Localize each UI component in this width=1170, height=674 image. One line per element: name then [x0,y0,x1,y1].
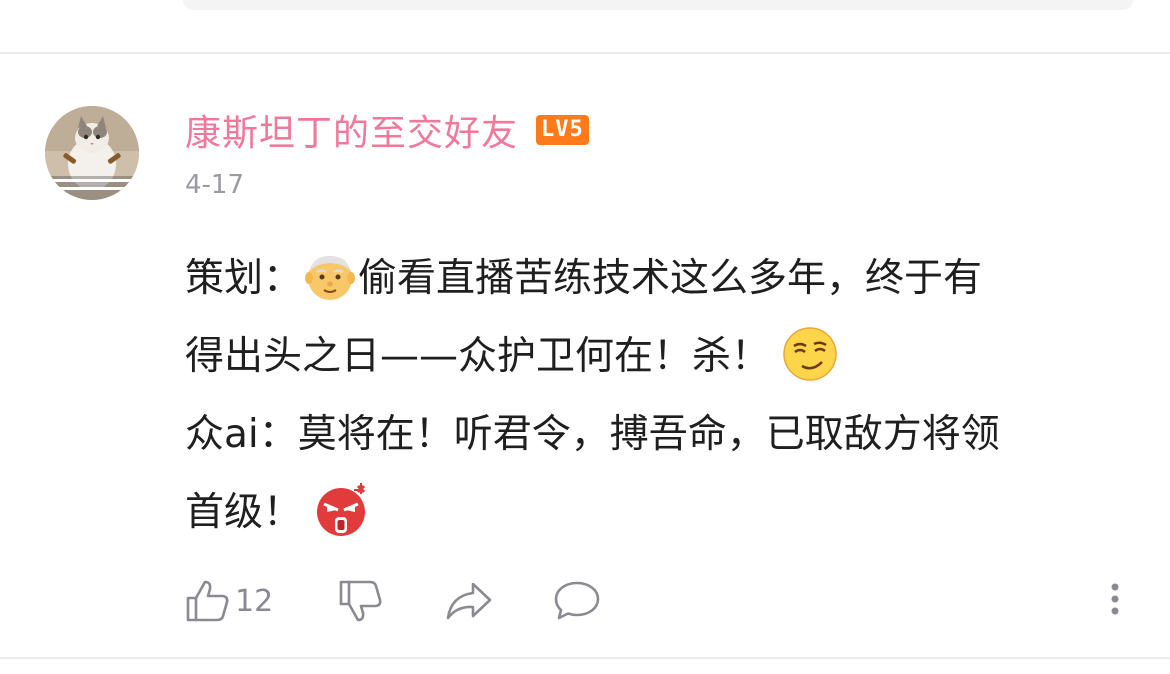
username-row: 康斯坦丁的至交好友 LV5 [185,106,589,154]
comment-line-1-text-a: 策划： [185,256,303,301]
top-divider [0,52,1170,54]
comment-line-2: 得出头之日——众护卫何在！杀！ [185,318,1145,396]
thumbs-down-icon [339,580,382,622]
share-button[interactable] [445,578,493,624]
comment-screen: 康斯坦丁的至交好友 LV5 4-17 策划： 偷看直播苦练技术这么多年，终于有 [0,0,1170,674]
like-count: 12 [235,583,274,619]
comment-icon [554,581,600,620]
bottom-divider [0,657,1170,659]
comment-line-1: 策划： 偷看直播苦练技术这么多年，终于有 [185,240,1145,318]
like-button[interactable]: 12 [185,578,273,624]
more-options-button[interactable] [1104,578,1126,624]
comment-line-1-text-b: 偷看直播苦练技术这么多年，终于有 [358,256,983,301]
angry-emoji-icon [314,482,370,538]
dislike-button[interactable] [338,578,384,624]
share-icon [446,582,492,620]
reply-button[interactable] [553,578,601,624]
comment-line-4: 首级！ [185,474,1145,552]
username[interactable]: 康斯坦丁的至交好友 [185,104,518,156]
comment-line-3: 众ai：莫将在！听君令，搏吾命，已取敌方将领 [185,396,1145,474]
more-vertical-icon [1111,583,1119,615]
action-bar: 12 [0,570,1170,630]
old-man-emoji-icon [302,248,358,304]
comment-line-2-text: 得出头之日——众护卫何在！杀！ [185,334,771,379]
smirk-emoji-icon [782,326,838,382]
level-badge: LV5 [536,115,589,145]
comment-text: 策划： 偷看直播苦练技术这么多年，终于有 得出头之日——众护卫何在！杀！ 众ai… [185,240,1145,552]
avatar[interactable] [45,106,139,200]
comment-date: 4-17 [185,170,245,200]
previous-card-edge [183,0,1133,10]
cat-avatar-icon [45,106,139,200]
thumbs-up-icon [186,580,229,622]
comment-line-4-text: 首级！ [185,490,303,535]
comment-line-3-text: 众ai：莫将在！听君令，搏吾命，已取敌方将领 [185,412,1000,457]
